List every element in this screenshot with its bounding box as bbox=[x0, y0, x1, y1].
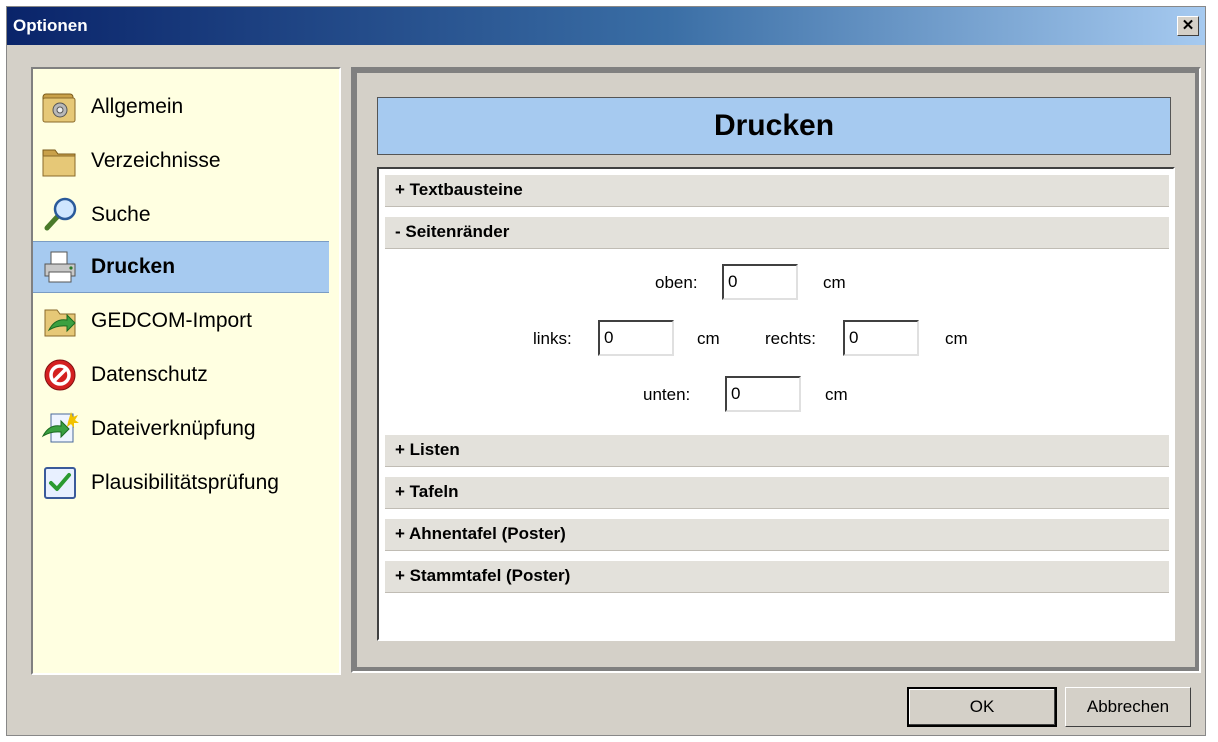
folder-icon bbox=[42, 149, 76, 177]
right-margin-unit: cm bbox=[945, 329, 968, 348]
section-seitenraender[interactable]: - Seitenränder bbox=[385, 217, 1169, 249]
sidebar-item-label: Allgemein bbox=[91, 95, 184, 118]
sidebar-item-label: GEDCOM-Import bbox=[91, 309, 253, 332]
bottom-margin-input[interactable] bbox=[725, 376, 801, 412]
sidebar-item-label: Datenschutz bbox=[91, 363, 208, 386]
section-label: + Listen bbox=[395, 440, 460, 459]
ok-button-label: OK bbox=[969, 697, 995, 716]
margins-form: oben: cm links: cm rechts: cm unten: cm bbox=[385, 249, 1169, 425]
sidebar-item-suche[interactable]: Suche bbox=[33, 189, 329, 241]
options-dialog: Optionen ✕ Allgemein Verzeichnisse Suche… bbox=[6, 6, 1206, 736]
section-stammtafel-poster[interactable]: + Stammtafel (Poster) bbox=[385, 561, 1169, 593]
title-bar[interactable]: Optionen ✕ bbox=[7, 7, 1205, 45]
sidebar-item-label: Drucken bbox=[91, 255, 176, 278]
left-margin-input[interactable] bbox=[598, 320, 674, 356]
sidebar-item-dateiverknuepfung[interactable]: Dateiverknüpfung bbox=[33, 403, 329, 455]
window-title: Optionen bbox=[13, 16, 88, 35]
left-margin-label: links: bbox=[533, 329, 572, 348]
sidebar-item-gedcom-import[interactable]: GEDCOM-Import bbox=[33, 295, 329, 347]
section-listen[interactable]: + Listen bbox=[385, 435, 1169, 467]
section-label: + Tafeln bbox=[395, 482, 459, 501]
section-label: + Ahnentafel (Poster) bbox=[395, 524, 566, 543]
sidebar-item-allgemein[interactable]: Allgemein bbox=[33, 81, 329, 133]
close-icon: ✕ bbox=[1181, 17, 1195, 34]
sidebar-item-drucken[interactable]: Drucken bbox=[33, 241, 329, 293]
no-entry-icon bbox=[44, 359, 76, 391]
settings-panel: + Textbausteine - Seitenränder oben: cm … bbox=[377, 167, 1175, 641]
gear-folder-icon bbox=[42, 93, 76, 123]
import-arrow-icon bbox=[44, 309, 76, 337]
right-margin-label: rechts: bbox=[765, 329, 817, 348]
sidebar-item-plausibilitaetspruefung[interactable]: Plausibilitätsprüfung bbox=[33, 457, 329, 509]
file-link-icon bbox=[41, 412, 79, 443]
section-label: - Seitenränder bbox=[395, 222, 510, 241]
section-tafeln[interactable]: + Tafeln bbox=[385, 477, 1169, 509]
checklist-icon bbox=[44, 467, 76, 499]
magnifier-icon bbox=[44, 197, 77, 231]
sidebar-item-label: Plausibilitätsprüfung bbox=[91, 471, 279, 494]
content-frame: Drucken + Textbausteine - Seitenränder o… bbox=[351, 67, 1201, 673]
right-margin-input[interactable] bbox=[843, 320, 919, 356]
sidebar-item-label: Verzeichnisse bbox=[91, 149, 221, 172]
bottom-margin-label: unten: bbox=[643, 385, 691, 404]
options-sidebar: Allgemein Verzeichnisse Suche Drucken GE… bbox=[31, 67, 341, 675]
sidebar-item-label: Suche bbox=[91, 203, 151, 226]
section-textbausteine[interactable]: + Textbausteine bbox=[385, 175, 1169, 207]
sidebar-item-verzeichnisse[interactable]: Verzeichnisse bbox=[33, 135, 329, 187]
sidebar-item-label: Dateiverknüpfung bbox=[91, 417, 256, 440]
content-panel: Drucken + Textbausteine - Seitenränder o… bbox=[357, 73, 1195, 667]
cancel-button-label: Abbrechen bbox=[1086, 697, 1170, 716]
top-margin-input[interactable] bbox=[722, 264, 798, 300]
cancel-button[interactable]: Abbrechen bbox=[1065, 687, 1191, 727]
bottom-margin-unit: cm bbox=[825, 385, 848, 404]
section-ahnentafel-poster[interactable]: + Ahnentafel (Poster) bbox=[385, 519, 1169, 551]
page-title: Drucken bbox=[713, 109, 835, 142]
section-label: + Textbausteine bbox=[395, 180, 523, 199]
section-label: + Stammtafel (Poster) bbox=[395, 566, 571, 585]
printer-icon bbox=[44, 251, 76, 283]
top-margin-unit: cm bbox=[823, 273, 846, 292]
top-margin-label: oben: bbox=[655, 273, 698, 292]
page-header: Drucken bbox=[377, 97, 1171, 155]
left-margin-unit: cm bbox=[697, 329, 720, 348]
ok-button[interactable]: OK bbox=[907, 687, 1057, 727]
sidebar-item-datenschutz[interactable]: Datenschutz bbox=[33, 349, 329, 401]
close-button[interactable]: ✕ bbox=[1177, 16, 1199, 36]
